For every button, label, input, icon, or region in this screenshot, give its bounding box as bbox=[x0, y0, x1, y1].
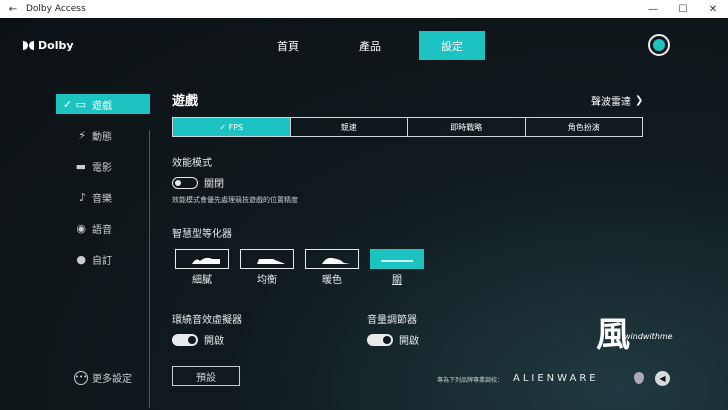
minimize-button[interactable]: — bbox=[638, 4, 668, 15]
segment-racing[interactable]: 競速 bbox=[291, 118, 408, 136]
sidebar-item-label: 遊戲 bbox=[92, 100, 112, 112]
sidebar-item-label: 動態 bbox=[92, 131, 112, 143]
volume-leveler-toggle[interactable] bbox=[367, 334, 393, 346]
more-settings-label: 更多設定 bbox=[92, 374, 132, 385]
sidebar-item-music[interactable]: ♪ 音樂 bbox=[56, 187, 150, 207]
radar-link[interactable]: 聲波雷達 ❯ bbox=[591, 93, 643, 108]
sidebar-item-label: 語音 bbox=[92, 224, 112, 236]
gamepad-icon: ✓ ▭ bbox=[62, 97, 86, 111]
radar-link-label: 聲波雷達 bbox=[591, 97, 631, 108]
window-title: Dolby Access bbox=[26, 4, 86, 14]
segment-rpg[interactable]: 角色扮演 bbox=[526, 118, 643, 136]
top-nav: 首頁 產品 設定 bbox=[255, 31, 501, 60]
profile-icon[interactable] bbox=[648, 34, 670, 56]
music-note-icon: ♪ bbox=[78, 190, 86, 204]
more-settings-button[interactable]: ••• 更多設定 bbox=[74, 370, 132, 385]
volume-leveler-state: 開啟 bbox=[399, 336, 419, 347]
alienware-logo: ALIENWARE bbox=[513, 373, 599, 384]
sidebar-item-game[interactable]: ✓ ▭ 遊戲 bbox=[56, 94, 150, 114]
back-arrow-icon[interactable]: ← bbox=[0, 4, 26, 15]
performance-mode-description: 效能模式會優先處理競技遊戲的位置精度 bbox=[172, 196, 298, 204]
more-dots-icon: ••• bbox=[74, 370, 88, 385]
app-body: Dolby 首頁 產品 設定 ✓ ▭ 遊戲 ⚡ 動態 ▬ 電影 ♪ 音樂 ◉ 語… bbox=[0, 18, 728, 410]
sidebar-item-custom[interactable]: ● 自訂 bbox=[56, 249, 150, 269]
eq-off-label: 關 bbox=[392, 275, 402, 286]
voice-icon: ◉ bbox=[76, 221, 86, 235]
footer-tuned-text: 專為下列品牌專業調校： bbox=[437, 377, 504, 384]
equalizer-label: 智慧型等化器 bbox=[172, 229, 232, 240]
segment-label: FPS bbox=[228, 122, 244, 132]
eq-off-button[interactable] bbox=[370, 249, 424, 269]
lightning-icon: ⚡ bbox=[78, 128, 86, 142]
reset-button[interactable]: 預設 bbox=[172, 366, 240, 386]
alien-head-icon bbox=[634, 372, 644, 384]
eq-detailed-label: 細膩 bbox=[192, 275, 212, 286]
eq-balanced-label: 均衡 bbox=[257, 275, 277, 286]
maximize-button[interactable]: ☐ bbox=[668, 4, 698, 15]
surround-toggle[interactable] bbox=[172, 334, 198, 346]
tab-settings[interactable]: 設定 bbox=[419, 31, 485, 60]
sidebar-divider bbox=[149, 130, 150, 408]
sidebar-item-dynamic[interactable]: ⚡ 動態 bbox=[56, 125, 150, 145]
title-bar: ← Dolby Access — ☐ ✕ bbox=[0, 0, 728, 18]
user-icon: ● bbox=[76, 252, 86, 266]
surround-state: 開啟 bbox=[204, 336, 224, 347]
dolby-double-d-icon bbox=[23, 41, 34, 50]
eq-flat-icon bbox=[381, 260, 413, 262]
sidebar-item-label: 自訂 bbox=[92, 255, 112, 267]
check-icon: ✓ bbox=[219, 122, 229, 132]
speaker-icon[interactable]: ◀ bbox=[655, 371, 670, 386]
performance-mode-label: 效能模式 bbox=[172, 158, 212, 169]
sidebar-item-label: 音樂 bbox=[92, 193, 112, 205]
dolby-logo: Dolby bbox=[23, 39, 74, 52]
logo-text: Dolby bbox=[38, 39, 74, 52]
sidebar-item-voice[interactable]: ◉ 語音 bbox=[56, 218, 150, 238]
performance-mode-state: 關閉 bbox=[204, 179, 224, 190]
volume-leveler-label: 音量調節器 bbox=[367, 315, 417, 326]
close-button[interactable]: ✕ bbox=[698, 4, 728, 15]
segment-fps[interactable]: ✓ FPS bbox=[173, 118, 291, 136]
sidebar-item-movie[interactable]: ▬ 電影 bbox=[56, 156, 150, 176]
eq-warm-button[interactable] bbox=[305, 249, 359, 269]
surround-label: 環繞音效虛擬器 bbox=[172, 315, 242, 326]
chevron-right-icon: ❯ bbox=[635, 95, 644, 106]
sidebar-item-label: 電影 bbox=[92, 162, 112, 174]
eq-detailed-icon bbox=[184, 257, 220, 264]
tab-home[interactable]: 首頁 bbox=[255, 31, 321, 60]
clapperboard-icon: ▬ bbox=[75, 159, 86, 173]
sidebar: ✓ ▭ 遊戲 ⚡ 動態 ▬ 電影 ♪ 音樂 ◉ 語音 ● 自訂 bbox=[56, 94, 150, 280]
eq-balanced-button[interactable] bbox=[240, 249, 294, 269]
segment-rts[interactable]: 即時戰略 bbox=[408, 118, 526, 136]
eq-warm-label: 暖色 bbox=[322, 275, 342, 286]
eq-detailed-button[interactable] bbox=[175, 249, 229, 269]
page-title: 遊戲 bbox=[172, 94, 199, 109]
tab-products[interactable]: 產品 bbox=[337, 31, 403, 60]
watermark-text: windwithme bbox=[624, 332, 673, 341]
eq-warm-icon bbox=[314, 257, 350, 264]
watermark: 風 windwithme bbox=[596, 318, 673, 352]
game-mode-segments: ✓ FPS 競速 即時戰略 角色扮演 bbox=[172, 117, 643, 137]
eq-balanced-icon bbox=[249, 259, 285, 264]
performance-mode-toggle[interactable] bbox=[172, 177, 198, 189]
